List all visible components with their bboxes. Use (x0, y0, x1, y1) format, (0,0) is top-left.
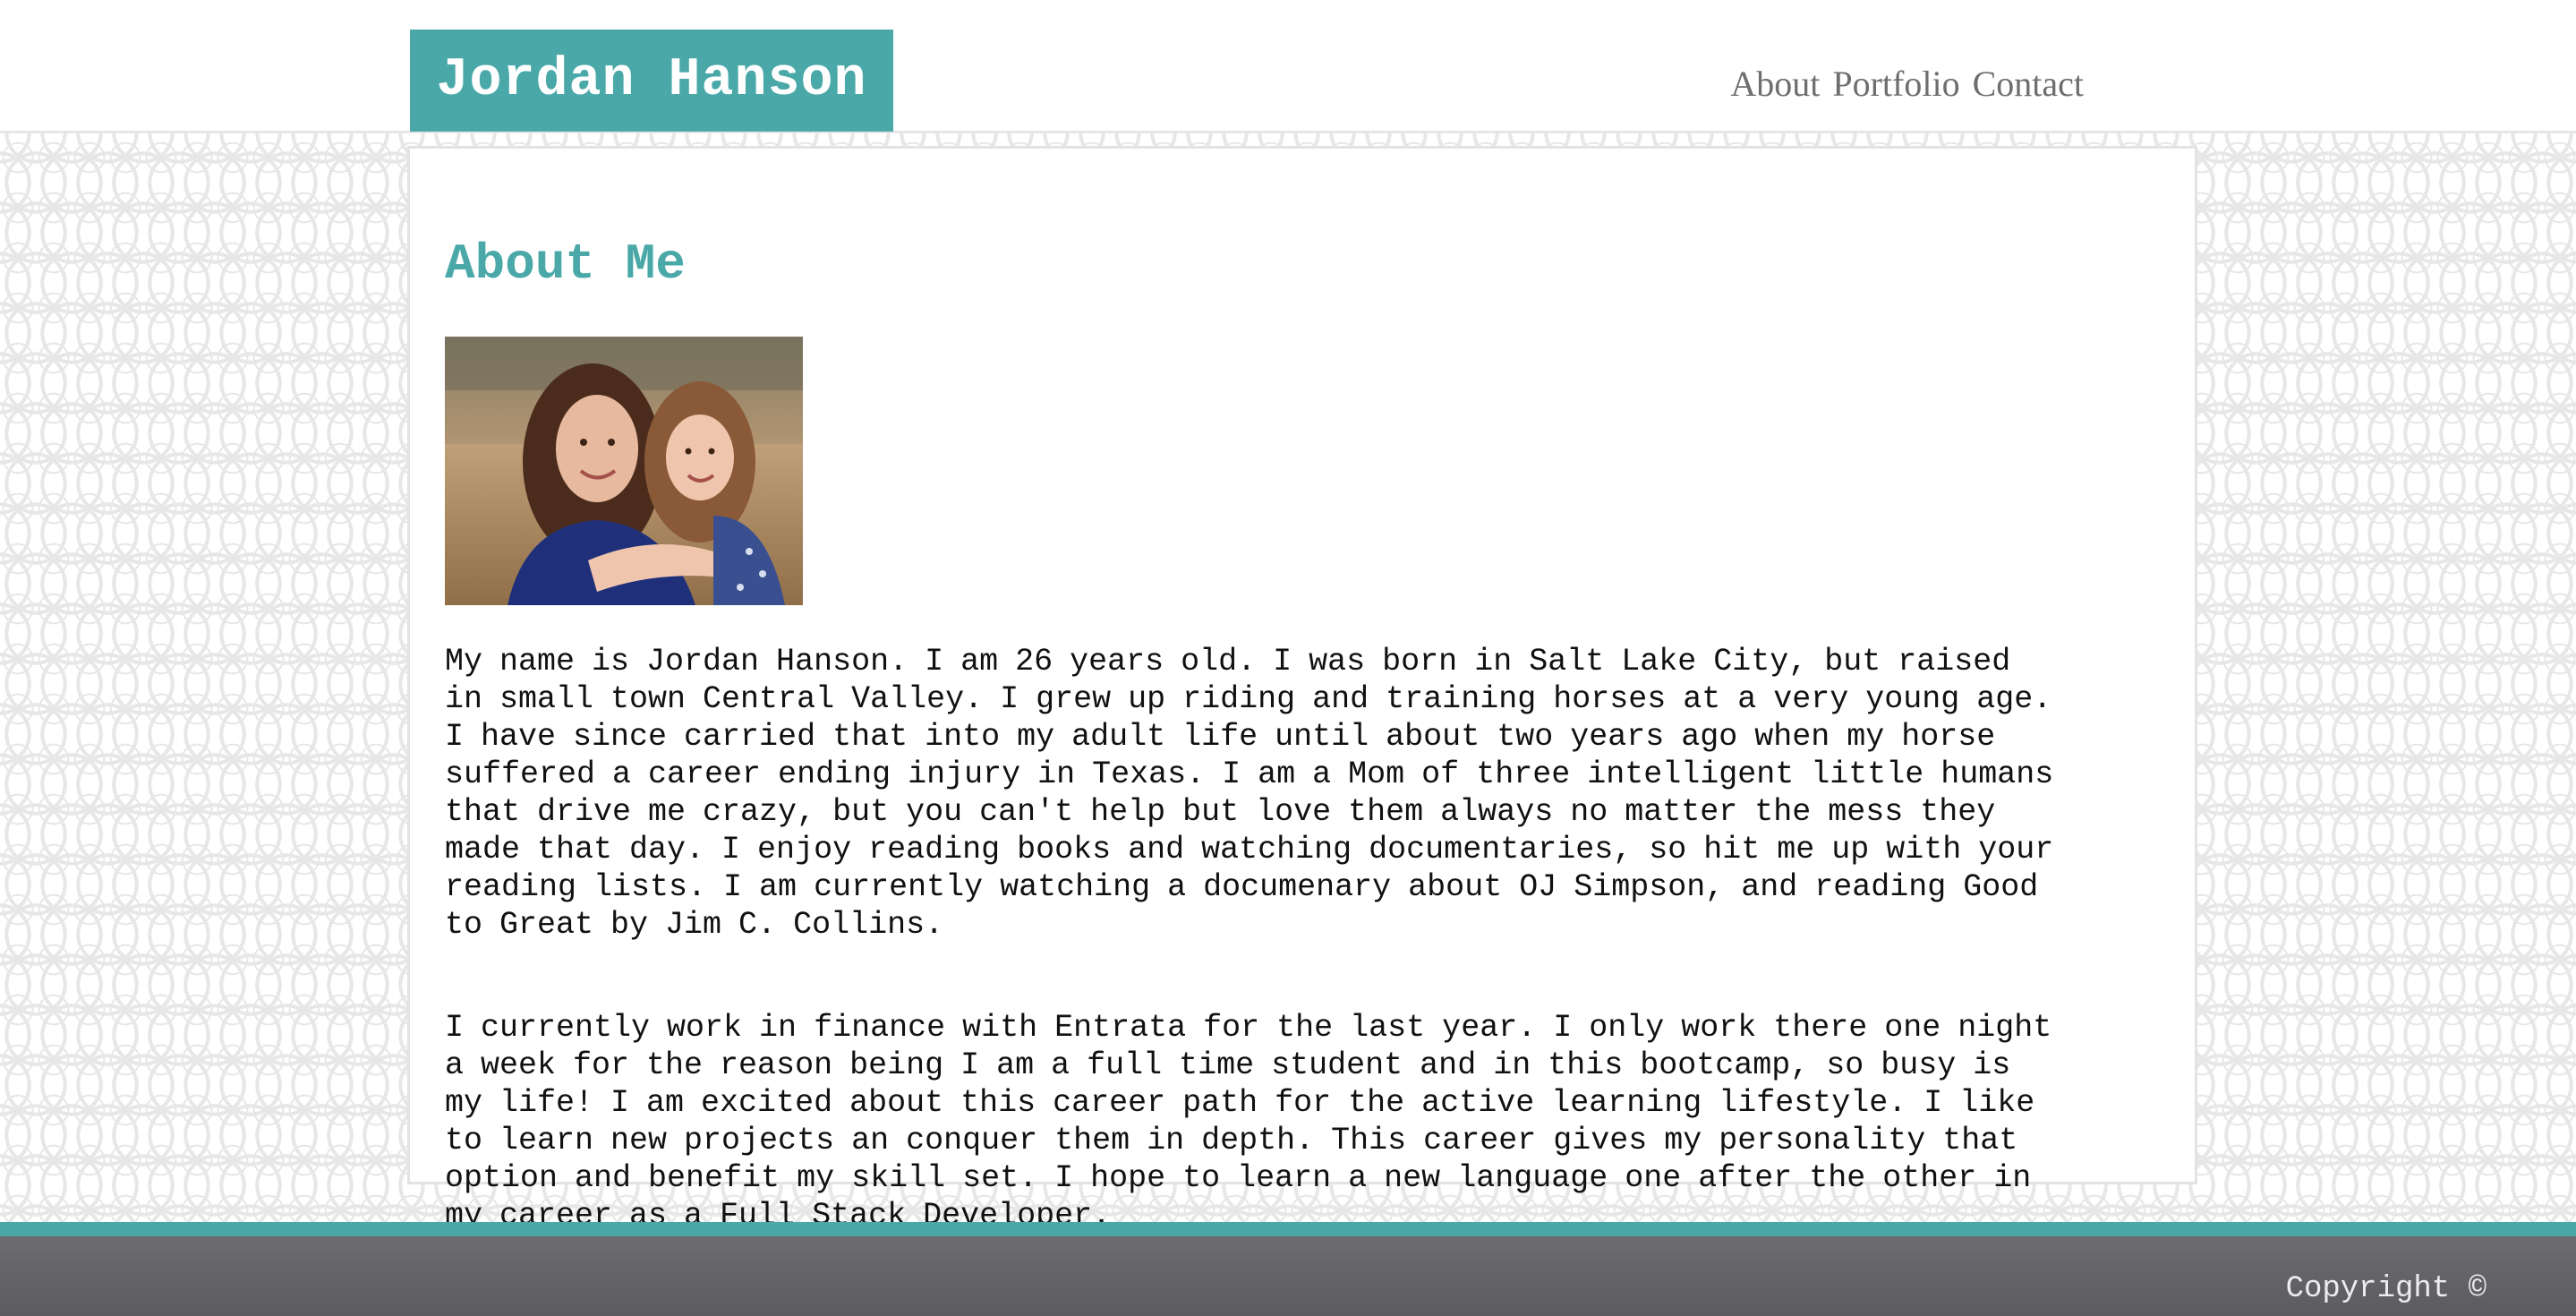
site-header: Jordan Hanson About Portfolio Contact (0, 0, 2576, 133)
nav-link-contact[interactable]: Contact (1973, 63, 2084, 105)
copyright-text: Copyright © (2285, 1272, 2486, 1306)
about-section: About Me My name is Jordan Hanson. I am … (445, 228, 2056, 1234)
nav-link-portfolio[interactable]: Portfolio (1832, 63, 1959, 105)
profile-photo (445, 337, 803, 605)
profile-photo-image (445, 337, 803, 605)
about-paragraph-2: I currently work in finance with Entrata… (445, 1010, 2052, 1234)
site-footer: Copyright © (0, 1236, 2576, 1316)
site-brand[interactable]: Jordan Hanson (410, 30, 893, 132)
nav-link-about[interactable]: About (1730, 63, 1820, 105)
main-nav: About Portfolio Contact (1730, 63, 2084, 105)
page-title: About Me (445, 235, 686, 293)
about-paragraph-1: My name is Jordan Hanson. I am 26 years … (445, 644, 2054, 943)
footer-accent-bar (0, 1222, 2576, 1236)
